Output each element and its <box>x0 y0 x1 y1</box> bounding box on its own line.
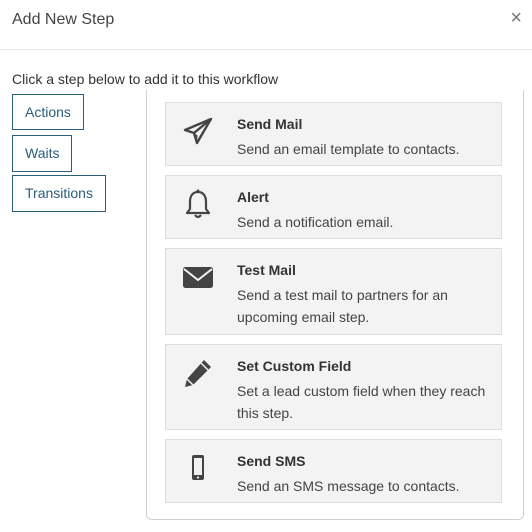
step-name: Send Mail <box>237 116 303 132</box>
modal-header: Add New Step × <box>0 0 532 50</box>
step-card-alert[interactable]: Alert Send a notification email. <box>165 175 502 239</box>
mobile-phone-icon <box>192 455 204 480</box>
step-card-test-mail[interactable]: Test Mail Send a test mail to partners f… <box>165 248 502 335</box>
paper-plane-icon <box>183 117 213 145</box>
step-description: Send a test mail to partners for an upco… <box>237 287 448 325</box>
step-description: Set a lead custom field when they reach … <box>237 383 486 421</box>
step-name: Alert <box>237 189 269 205</box>
close-icon[interactable]: × <box>510 8 522 28</box>
bell-icon <box>185 189 211 219</box>
step-description: Send an email template to contacts. <box>237 141 460 157</box>
tab-actions[interactable]: Actions <box>12 94 84 130</box>
step-name: Test Mail <box>237 262 296 278</box>
tab-waits[interactable]: Waits <box>12 135 73 172</box>
step-card-send-sms[interactable]: Send SMS Send an SMS message to contacts… <box>165 439 502 503</box>
step-card-send-mail[interactable]: Send Mail Send an email template to cont… <box>165 102 502 166</box>
step-card-set-custom-field[interactable]: Set Custom Field Set a lead custom field… <box>165 344 502 430</box>
step-description: Send a notification email. <box>237 214 394 230</box>
tab-transitions[interactable]: Transitions <box>12 175 106 212</box>
pencil-icon <box>185 360 211 387</box>
step-name: Send SMS <box>237 453 306 469</box>
instruction-text: Click a step below to add it to this wor… <box>12 71 279 87</box>
envelope-icon <box>183 267 213 288</box>
modal-title: Add New Step <box>12 11 115 28</box>
step-name: Set Custom Field <box>237 358 352 374</box>
step-description: Send an SMS message to contacts. <box>237 478 460 494</box>
